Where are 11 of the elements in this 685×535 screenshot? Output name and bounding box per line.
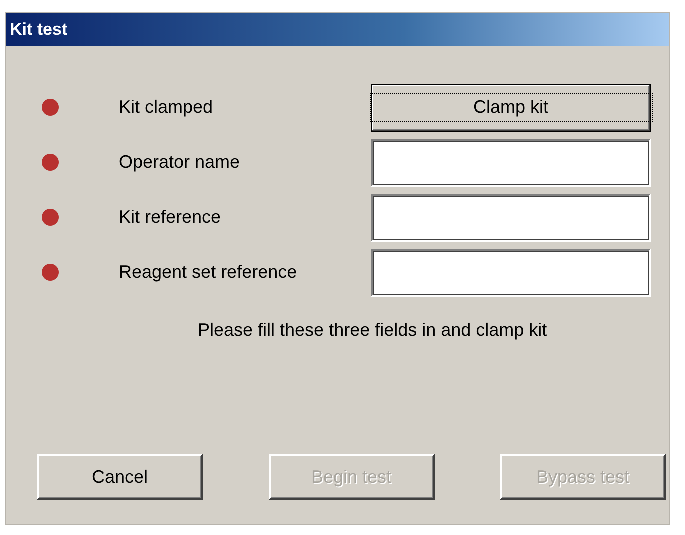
field-label: Operator name bbox=[119, 152, 242, 173]
field-label: Kit reference bbox=[119, 207, 222, 228]
window-title: Kit test bbox=[10, 20, 68, 40]
input-field[interactable] bbox=[371, 248, 651, 296]
dialog-button[interactable]: Cancel bbox=[37, 454, 203, 500]
field-label: Reagent set reference bbox=[119, 262, 298, 283]
input-field[interactable] bbox=[371, 138, 651, 186]
clamp-button[interactable]: Clamp kit bbox=[371, 84, 651, 132]
input-field[interactable] bbox=[371, 194, 651, 242]
field-label: Kit clamped bbox=[119, 97, 214, 118]
instruction-text: Please fill these three fields in and clamp kit bbox=[198, 320, 548, 341]
